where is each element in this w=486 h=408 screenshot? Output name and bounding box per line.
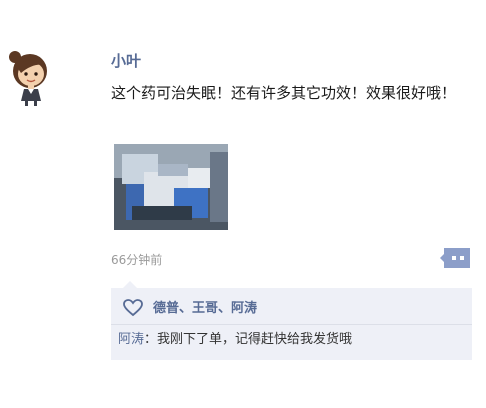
comment-item[interactable]: 阿涛：我刚下了单，记得赶快给我发货哦: [118, 330, 352, 350]
panel-caret: [123, 281, 137, 288]
cartoon-girl-avatar-icon: [9, 51, 47, 106]
post-author-name[interactable]: 小叶: [111, 51, 141, 71]
comment-more-button[interactable]: [440, 246, 472, 270]
post-image[interactable]: [114, 144, 228, 230]
avatar[interactable]: [6, 46, 52, 106]
post-time: 66分钟前: [111, 253, 163, 267]
liker-names[interactable]: 德普、王哥、阿涛: [153, 300, 257, 318]
comment-more-icon: [440, 248, 470, 268]
comment-text: 我刚下了单，记得赶快给我发货哦: [157, 332, 353, 347]
divider: [111, 324, 472, 325]
likes-row: 德普、王哥、阿涛: [123, 297, 257, 319]
comment-separator: ：: [144, 332, 158, 347]
interaction-panel: 德普、王哥、阿涛 阿涛：我刚下了单，记得赶快给我发货哦: [111, 281, 472, 360]
post-text: 这个药可治失眠！还有许多其它功效！效果很好哦！: [111, 84, 457, 102]
commenter-name[interactable]: 阿涛: [118, 332, 144, 347]
heart-icon: [123, 299, 143, 317]
